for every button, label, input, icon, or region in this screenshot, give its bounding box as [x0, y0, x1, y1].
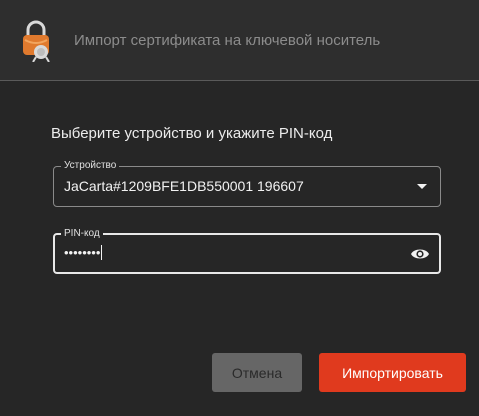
dialog-content: Выберите устройство и укажите PIN-код Ус…: [0, 81, 479, 416]
pin-field[interactable]: PIN-код ••••••••: [53, 227, 441, 274]
dialog-title: Импорт сертификата на ключевой носитель: [74, 32, 381, 49]
dialog-titlebar: Импорт сертификата на ключевой носитель: [0, 0, 479, 81]
device-value: JaCarta#1209BFE1DB550001 196607: [64, 178, 304, 194]
device-label: Устройство: [61, 159, 120, 172]
eye-icon[interactable]: [410, 244, 430, 264]
text-caret: [101, 245, 103, 260]
certificate-lock-icon: [23, 20, 50, 62]
pin-input-value[interactable]: ••••••••: [64, 245, 103, 260]
pin-masked-value: ••••••••: [64, 245, 101, 260]
pin-label: PIN-код: [61, 227, 103, 240]
import-button[interactable]: Импортировать: [319, 353, 466, 392]
instruction-text: Выберите устройство и укажите PIN-код: [51, 125, 333, 142]
cancel-button[interactable]: Отмена: [212, 353, 302, 392]
chevron-down-icon[interactable]: [414, 178, 430, 194]
device-select[interactable]: Устройство JaCarta#1209BFE1DB550001 1966…: [53, 159, 441, 207]
